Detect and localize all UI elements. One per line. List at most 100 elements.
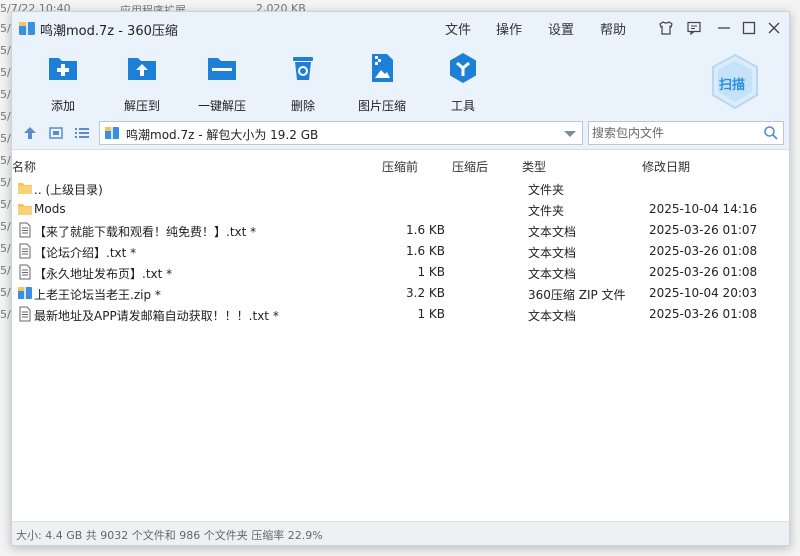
- background-edge-text: 5/: [0, 88, 11, 101]
- file-type: 文本文档: [528, 309, 577, 323]
- path-dropdown[interactable]: 鸣潮mod.7z - 解包大小为 19.2 GB: [99, 121, 583, 145]
- file-row[interactable]: .. (上级目录) 文件夹: [12, 178, 789, 199]
- file-size: 1 KB: [417, 307, 445, 321]
- menu-settings[interactable]: 设置: [548, 19, 574, 38]
- background-edge-text: 5/: [0, 66, 11, 79]
- title-bar: 鸣潮mod.7z - 360压缩 文件 操作 设置 帮助: [12, 12, 789, 44]
- minimize-icon[interactable]: [714, 18, 734, 38]
- file-type: 文本文档: [528, 267, 577, 281]
- search-box[interactable]: [588, 121, 784, 145]
- background-edge-text: 5/: [0, 220, 11, 233]
- menu-help[interactable]: 帮助: [600, 19, 626, 38]
- background-edge-text: 5/: [0, 22, 11, 35]
- file-name: 上老王论坛当老王.zip *: [34, 288, 161, 302]
- file-row[interactable]: 【论坛介绍】.txt * 1.6 KB 文本文档 2025-03-26 01:08: [12, 241, 789, 262]
- file-date: 2025-10-04 14:16: [649, 202, 758, 216]
- file-size: 1.6 KB: [406, 244, 445, 258]
- menu-operation[interactable]: 操作: [496, 19, 522, 38]
- file-date: 2025-03-26 01:08: [649, 307, 758, 321]
- file-name: 【永久地址发布页】.txt *: [34, 267, 173, 281]
- status-bar: 大小: 4.4 GB 共 9032 个文件和 986 个文件夹 压缩率 22.9…: [12, 521, 789, 545]
- search-icon[interactable]: [763, 125, 779, 141]
- file-row[interactable]: 【永久地址发布页】.txt * 1 KB 文本文档 2025-03-26 01:08: [12, 262, 789, 283]
- delete-button[interactable]: 删除: [268, 52, 338, 114]
- file-type: 文件夹: [528, 204, 565, 218]
- text-file-icon: [19, 306, 31, 322]
- text-file-icon: [19, 264, 31, 280]
- file-size: 1 KB: [417, 265, 445, 279]
- zip-file-icon: [18, 287, 32, 299]
- scan-button[interactable]: 扫描: [709, 52, 761, 112]
- toolbar: 添加 解压到 一键解压 删除 图片压缩 工具 扫描: [12, 44, 789, 116]
- image-compress-icon: [372, 54, 393, 82]
- background-edge-text: 5/: [0, 132, 11, 145]
- background-edge-text: 5/: [0, 176, 11, 189]
- file-row[interactable]: Mods 文件夹 2025-10-04 14:16: [12, 199, 789, 220]
- tools-label: 工具: [450, 99, 475, 113]
- search-input[interactable]: [592, 125, 757, 141]
- file-date: 2025-10-04 20:03: [649, 286, 758, 300]
- background-edge-text: 5/: [0, 308, 11, 321]
- tools-button[interactable]: 工具: [428, 52, 498, 114]
- file-type: 文本文档: [528, 225, 577, 239]
- background-edge-text: 5/: [0, 198, 11, 211]
- background-edge-text: 5/: [0, 44, 11, 57]
- column-type[interactable]: 类型: [522, 158, 546, 175]
- file-name: .. (上级目录): [34, 183, 103, 197]
- file-size: 1.6 KB: [406, 223, 445, 237]
- image-compress-button[interactable]: 图片压缩: [347, 52, 417, 114]
- column-modified[interactable]: 修改日期: [642, 158, 690, 175]
- thumbnail-view-icon[interactable]: [48, 125, 64, 141]
- feedback-icon[interactable]: [684, 18, 704, 38]
- background-edge-text: 5/: [0, 264, 11, 277]
- file-row[interactable]: 最新地址及APP请发邮箱自动获取！！！.txt * 1 KB 文本文档 2025-03…: [12, 304, 789, 325]
- file-name: Mods: [34, 202, 66, 216]
- scan-label: 扫描: [719, 78, 746, 93]
- archive-app-icon: [19, 22, 35, 35]
- background-edge-text: 5/: [0, 242, 11, 255]
- text-file-icon: [19, 222, 31, 238]
- archive-window: 鸣潮mod.7z - 360压缩 文件 操作 设置 帮助 添加 解压到 一键解压…: [11, 11, 790, 546]
- extract-to-label: 解压到: [123, 99, 160, 113]
- one-click-extract-label: 一键解压: [197, 99, 246, 113]
- folder-icon: [18, 183, 32, 194]
- delete-label: 删除: [290, 99, 315, 113]
- add-button[interactable]: 添加: [28, 52, 98, 114]
- skin-icon[interactable]: [656, 18, 676, 38]
- file-row[interactable]: 【来了就能下载和观看！纯免费！】.txt * 1.6 KB 文本文档 2025-03-…: [12, 220, 789, 241]
- tools-icon: [450, 53, 476, 83]
- list-view-icon[interactable]: [74, 125, 90, 141]
- one-click-extract-button[interactable]: 一键解压: [187, 52, 257, 114]
- column-compressed[interactable]: 压缩前: [382, 158, 418, 175]
- dropdown-arrow-icon[interactable]: [564, 131, 576, 137]
- file-type: 文件夹: [528, 183, 565, 197]
- maximize-icon[interactable]: [739, 18, 759, 38]
- address-bar: 鸣潮mod.7z - 解包大小为 19.2 GB: [12, 116, 789, 150]
- image-compress-label: 图片压缩: [357, 99, 406, 113]
- background-edge-text: 5/: [0, 154, 11, 167]
- file-name: 最新地址及APP请发邮箱自动获取！！！.txt *: [34, 309, 279, 323]
- file-date: 2025-03-26 01:08: [649, 265, 758, 279]
- folder-icon: [18, 204, 32, 215]
- extract-to-button[interactable]: 解压到: [107, 52, 177, 114]
- file-size: 3.2 KB: [406, 286, 445, 300]
- file-row[interactable]: 上老王论坛当老王.zip * 3.2 KB 360压缩 ZIP 文件 2025-10-…: [12, 283, 789, 304]
- up-arrow-icon[interactable]: [22, 125, 38, 141]
- menu-file[interactable]: 文件: [445, 19, 471, 38]
- delete-icon: [293, 57, 313, 80]
- file-type: 360压缩 ZIP 文件: [528, 288, 626, 302]
- column-uncompressed[interactable]: 压缩后: [452, 158, 488, 175]
- file-type: 文本文档: [528, 246, 577, 260]
- add-folder-icon: [49, 58, 77, 80]
- column-header: 名称 压缩前 压缩后 类型 修改日期: [12, 156, 789, 176]
- extract-to-icon: [128, 58, 156, 80]
- column-name[interactable]: 名称: [12, 158, 36, 175]
- one-click-extract-icon: [208, 58, 236, 80]
- background-edge-text: 5/: [0, 286, 11, 299]
- path-text: 鸣潮mod.7z - 解包大小为 19.2 GB: [126, 128, 319, 142]
- window-title: 鸣潮mod.7z - 360压缩: [40, 24, 178, 39]
- close-icon[interactable]: [764, 18, 784, 38]
- background-edge-text: 5/: [0, 110, 11, 123]
- archive-icon: [105, 127, 119, 139]
- file-date: 2025-03-26 01:07: [649, 223, 758, 237]
